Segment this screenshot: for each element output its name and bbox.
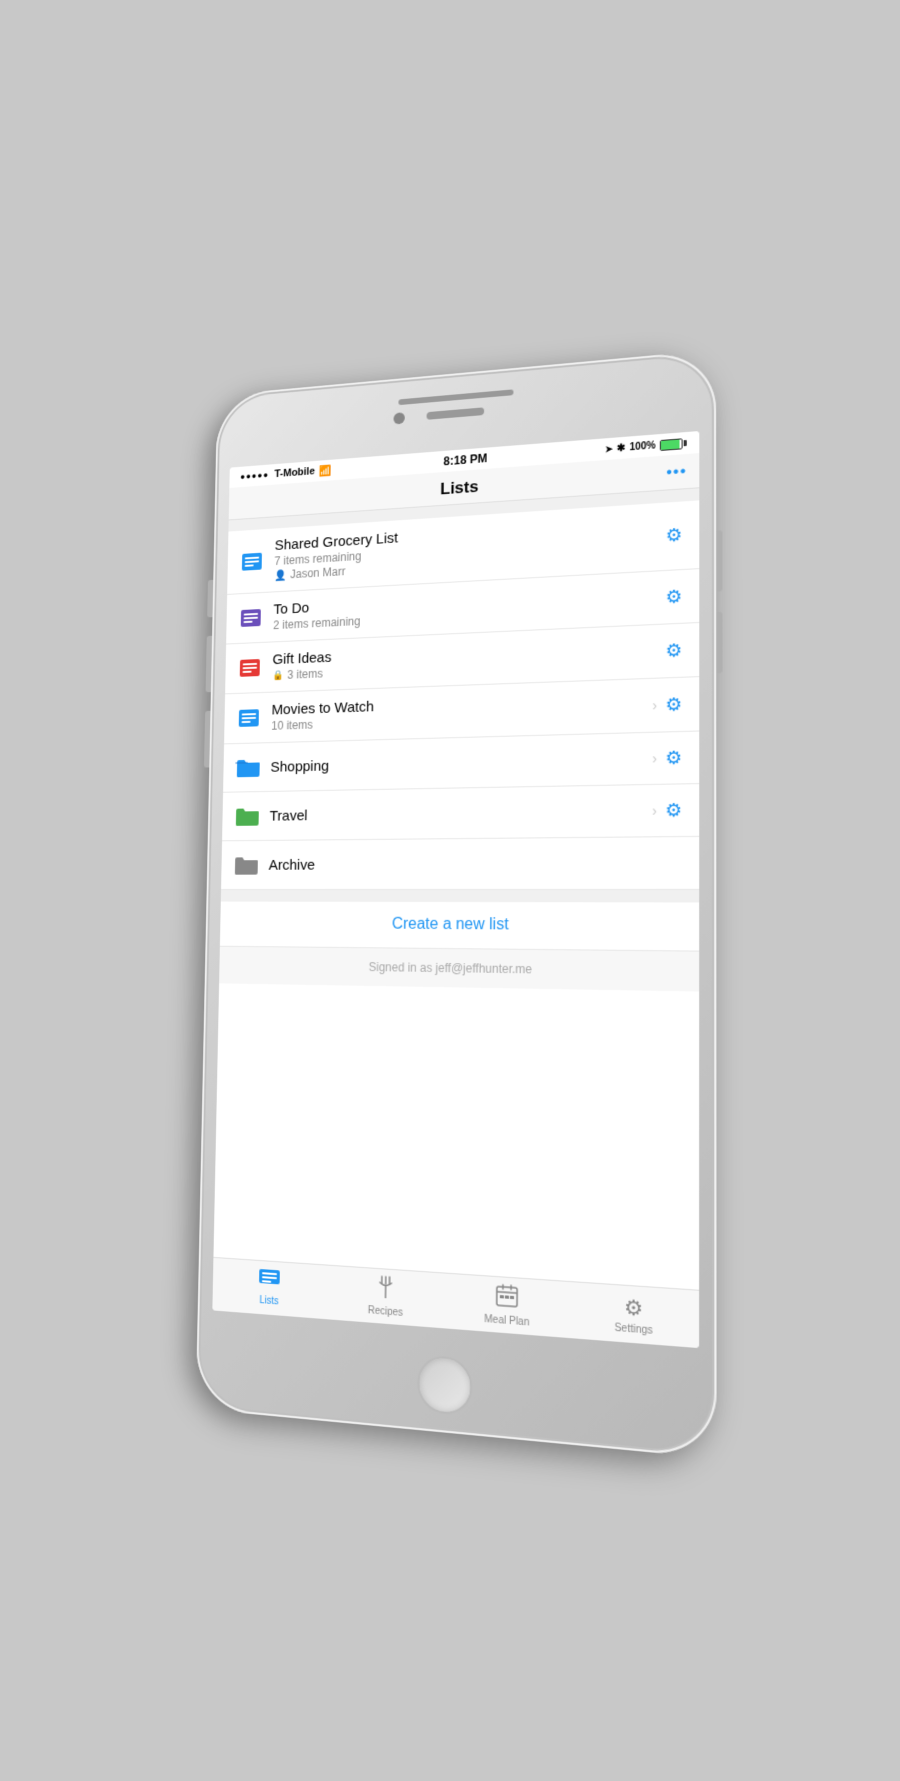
gear-button-todo[interactable]: ⚙ [661, 581, 686, 612]
list-icon-movies [235, 703, 263, 732]
meal-plan-tab-icon [496, 1283, 519, 1314]
movies-count: 10 items [271, 717, 313, 732]
speaker-bar [398, 389, 513, 405]
more-button[interactable]: ••• [666, 463, 687, 482]
folder-item-name-archive: Archive [269, 854, 687, 873]
status-left: ●●●●● T-Mobile 📶 [240, 463, 332, 482]
signed-in-label: Signed in as jeff@jeffhunter.me [369, 960, 533, 976]
status-right: ➤ ✱ 100% [605, 437, 687, 454]
gear-button-travel[interactable]: ⚙ [661, 795, 686, 825]
lock-icon: 🔒 [272, 669, 284, 680]
shared-grocery-person: Jason Marr [290, 564, 345, 580]
phone-wrapper: ●●●●● T-Mobile 📶 8:18 PM ➤ ✱ 100% [196, 349, 717, 1458]
location-icon: ➤ [605, 443, 613, 454]
bluetooth-icon: ✱ [617, 442, 626, 454]
battery-percent: 100% [629, 439, 655, 452]
tab-recipes[interactable]: Recipes [326, 1265, 445, 1328]
recipes-tab-icon [377, 1275, 395, 1305]
list-icon-shared-grocery [238, 546, 265, 576]
status-time: 8:18 PM [443, 451, 487, 468]
list-content: Shared Grocery List 7 items remaining 👤 … [213, 488, 699, 1289]
folder-item-archive[interactable]: Archive [221, 836, 699, 889]
battery-fill [661, 439, 680, 449]
gear-button-movies[interactable]: ⚙ [661, 689, 686, 719]
volume-up-button [716, 611, 722, 673]
settings-tab-icon: ⚙ [624, 1293, 643, 1321]
folder-item-info-shopping: Shopping [270, 749, 652, 774]
battery-tip [684, 439, 687, 445]
list-item-info-gift-ideas: Gift Ideas 🔒 3 items [272, 634, 661, 681]
settings-tab-label: Settings [614, 1321, 652, 1336]
list-icon-todo [237, 603, 265, 633]
volume-down-left [206, 635, 213, 691]
gear-button-gift-ideas[interactable]: ⚙ [661, 635, 686, 666]
folder-item-name-travel: Travel [269, 801, 652, 823]
recipes-tab-label: Recipes [368, 1305, 403, 1319]
list-item-info-movies: Movies to Watch 10 items [271, 688, 652, 732]
folder-icon-shopping [234, 752, 262, 781]
phone-body: ●●●●● T-Mobile 📶 8:18 PM ➤ ✱ 100% [196, 349, 717, 1458]
tab-meal-plan[interactable]: Meal Plan [445, 1273, 569, 1337]
folder-icon-archive [232, 850, 260, 879]
gear-button-shopping[interactable]: ⚙ [661, 742, 686, 772]
gear-button-shared-grocery[interactable]: ⚙ [662, 520, 687, 551]
wifi-icon: 📶 [319, 463, 332, 476]
earpiece [427, 407, 485, 420]
power-button [716, 530, 722, 591]
list-item-info-todo: To Do 2 items remaining [273, 581, 661, 632]
folder-item-info-archive: Archive [269, 854, 687, 873]
volume-up-left [204, 710, 211, 767]
tab-settings[interactable]: ⚙ Settings [569, 1283, 699, 1346]
folder-item-info-travel: Travel [269, 801, 652, 823]
front-camera [393, 412, 404, 424]
chevron-travel: › [652, 802, 657, 819]
battery-body [660, 437, 683, 450]
home-button[interactable] [417, 1354, 473, 1416]
chevron-shopping: › [652, 750, 657, 766]
folder-item-name-shopping: Shopping [270, 749, 652, 774]
gift-ideas-count: 3 items [287, 666, 323, 681]
lists-tab-label: Lists [259, 1294, 278, 1306]
mute-switch [207, 579, 213, 617]
battery-icon [660, 437, 687, 450]
carrier-name: T-Mobile [274, 465, 315, 479]
section-separator [221, 889, 699, 902]
create-list-button[interactable]: Create a new list [220, 901, 699, 951]
create-list-label: Create a new list [392, 915, 509, 933]
screen: ●●●●● T-Mobile 📶 8:18 PM ➤ ✱ 100% [212, 431, 699, 1348]
person-icon: 👤 [274, 568, 287, 581]
tab-lists[interactable]: Lists [212, 1259, 327, 1316]
folder-item-travel[interactable]: Travel › ⚙ [222, 784, 699, 841]
folder-icon-travel [233, 801, 261, 830]
signed-in-area: Signed in as jeff@jeffhunter.me [219, 946, 699, 991]
list-icon-gift-ideas [236, 653, 264, 682]
meal-plan-tab-label: Meal Plan [484, 1313, 529, 1328]
signal-bars: ●●●●● [240, 470, 269, 481]
chevron-movies: › [652, 696, 657, 712]
lists-tab-icon [259, 1268, 280, 1293]
